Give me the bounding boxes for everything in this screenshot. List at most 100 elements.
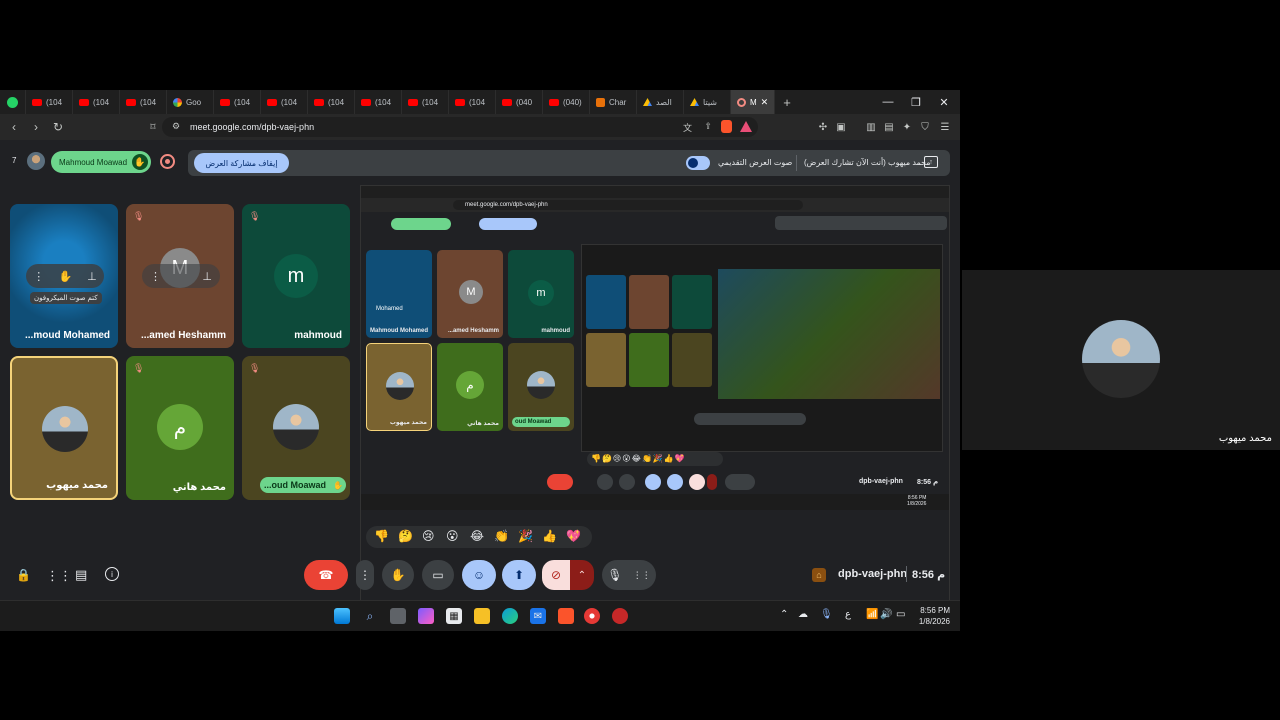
back-button[interactable]: ‹ bbox=[4, 117, 24, 137]
stop-sharing-button[interactable]: إيقاف مشاركة العرض bbox=[194, 153, 289, 173]
forward-button[interactable]: › bbox=[26, 117, 46, 137]
more-options-icon[interactable]: ⋮ bbox=[150, 270, 161, 283]
tooltip: كتم صوت الميكروفون bbox=[30, 292, 102, 304]
participant-tile[interactable]: 🎙 M ⋮ ⊥ ...amed Heshamm bbox=[126, 204, 234, 348]
store-icon[interactable]: ▦ bbox=[446, 608, 462, 624]
host-controls-icon[interactable]: 🔒 bbox=[16, 568, 31, 582]
participant-tile[interactable]: 🎙 م محمد هاني bbox=[126, 356, 234, 500]
bookmark-icon[interactable]: ⌑ bbox=[146, 120, 160, 134]
close-window-button[interactable]: ✕ bbox=[930, 90, 958, 114]
pin-icon[interactable]: ⊥ bbox=[202, 270, 212, 283]
leave-call-button[interactable]: ☎ bbox=[304, 560, 348, 590]
screenshot-icon[interactable]: ▣ bbox=[834, 120, 848, 134]
participant-tile-active-speaker[interactable]: محمد ميهوب bbox=[10, 356, 118, 500]
raise-hand-button[interactable]: ✋ bbox=[382, 560, 414, 590]
reactions-button[interactable]: ☺ bbox=[462, 560, 496, 590]
brave-rewards-icon[interactable] bbox=[740, 121, 752, 132]
tab-youtube-12[interactable]: (040) bbox=[543, 90, 590, 114]
close-tab-icon[interactable]: ✕ bbox=[761, 97, 769, 108]
reaction-thumbs-down[interactable]: 👎 bbox=[374, 529, 389, 543]
recording-indicator-icon[interactable] bbox=[160, 154, 175, 169]
microphone-button[interactable]: 🎙 ⋮⋮ bbox=[602, 560, 656, 590]
tab-meet-active[interactable]: M ✕ bbox=[731, 90, 775, 114]
app-icon-2[interactable] bbox=[612, 608, 628, 624]
battery-icon[interactable]: ▭ bbox=[896, 609, 905, 620]
brave-icon[interactable] bbox=[558, 608, 574, 624]
sidebar-icon[interactable]: ▥ bbox=[864, 120, 878, 134]
tab-whatsapp[interactable] bbox=[0, 90, 26, 114]
tab-youtube-7[interactable]: (104 bbox=[308, 90, 355, 114]
reaction-clap[interactable]: 👏 bbox=[494, 529, 509, 543]
new-tab-button[interactable]: + bbox=[775, 95, 799, 110]
nested-tile-name: محمد ميهوب bbox=[389, 420, 427, 426]
search-icon[interactable]: ⌕ bbox=[362, 608, 378, 624]
input-language[interactable]: ع bbox=[845, 609, 851, 620]
vpn-icon[interactable]: ⛉ bbox=[918, 120, 932, 134]
maximize-button[interactable]: ❐ bbox=[902, 90, 930, 114]
tray-chevron-icon[interactable]: ⌃ bbox=[780, 609, 788, 620]
copilot-icon[interactable] bbox=[418, 608, 434, 624]
tab-youtube-10[interactable]: (104 bbox=[449, 90, 496, 114]
edge-icon[interactable] bbox=[502, 608, 518, 624]
windows-start-icon[interactable] bbox=[334, 608, 350, 624]
app-icon[interactable] bbox=[584, 608, 600, 624]
mic-tray-icon[interactable]: 🎙 bbox=[820, 609, 833, 620]
participant-tile[interactable]: 🎙 ...oud Moawad ✋ bbox=[242, 356, 350, 500]
participant-tile[interactable]: ⋮ ✋ ⊥ كتم صوت الميكروفون ...moud Mohamed bbox=[10, 204, 118, 348]
tab-gemini[interactable]: Goo bbox=[167, 90, 214, 114]
chat-icon[interactable]: ▤ bbox=[75, 567, 87, 583]
leo-ai-icon[interactable]: ✦ bbox=[900, 120, 914, 134]
camera-off-button[interactable]: ⊘ bbox=[542, 560, 570, 590]
file-explorer-icon[interactable] bbox=[474, 608, 490, 624]
wallet-icon[interactable]: ▤ bbox=[882, 120, 896, 134]
volume-icon[interactable]: 🔊 bbox=[880, 609, 892, 620]
tab-youtube-9[interactable]: (104 bbox=[402, 90, 449, 114]
menu-icon[interactable]: ☰ bbox=[938, 120, 952, 134]
system-clock[interactable]: 8:56 PM 1/8/2026 bbox=[910, 605, 950, 627]
divider bbox=[906, 566, 907, 582]
cloud-icon[interactable]: ☁ bbox=[798, 609, 808, 620]
reaction-heart[interactable]: 💖 bbox=[566, 529, 581, 543]
more-options-icon[interactable]: ⋮ bbox=[33, 270, 44, 283]
info-icon[interactable]: i bbox=[105, 567, 119, 581]
camera-options-button[interactable]: ⌃ bbox=[570, 560, 594, 590]
pin-icon[interactable]: ⊥ bbox=[87, 270, 97, 283]
nested-reaction-bar: 👎🤔😢😮😂👏🎉👍💖 bbox=[587, 452, 723, 466]
reload-button[interactable]: ↻ bbox=[48, 117, 68, 137]
task-view-icon[interactable] bbox=[390, 608, 406, 624]
reaction-party[interactable]: 🎉 bbox=[518, 529, 533, 543]
reaction-thinking[interactable]: 🤔 bbox=[398, 529, 413, 543]
mute-icon[interactable]: ✋ bbox=[59, 270, 73, 283]
reaction-sad[interactable]: 😢 bbox=[422, 529, 435, 543]
captions-button[interactable]: ▭ bbox=[422, 560, 454, 590]
more-options-button[interactable]: ⋮ bbox=[356, 560, 374, 590]
raised-hand-chip[interactable]: Mahmoud Moawad ✋ bbox=[51, 151, 151, 173]
share-icon[interactable]: ⇪ bbox=[704, 121, 712, 132]
site-info-icon[interactable]: ⚙ bbox=[172, 121, 180, 132]
reaction-laugh[interactable]: 😂 bbox=[470, 529, 484, 543]
tab-drive-2[interactable]: شيتا bbox=[684, 90, 731, 114]
brave-shield-icon[interactable] bbox=[721, 120, 732, 133]
presentation-audio-toggle[interactable] bbox=[686, 156, 710, 170]
tab-youtube-5[interactable]: (104 bbox=[214, 90, 261, 114]
tab-youtube-8[interactable]: (104 bbox=[355, 90, 402, 114]
tab-youtube-11[interactable]: (040 bbox=[496, 90, 543, 114]
minimize-button[interactable]: — bbox=[874, 90, 902, 114]
tab-youtube-1[interactable]: (104 bbox=[26, 90, 73, 114]
present-button[interactable]: ⬆ bbox=[502, 560, 536, 590]
tab-youtube-3[interactable]: (104 bbox=[120, 90, 167, 114]
translate-icon[interactable]: 文 bbox=[683, 121, 692, 134]
address-bar[interactable]: ⚙ meet.google.com/dpb-vaej-phn 文 ⇪ bbox=[162, 117, 758, 137]
mail-icon[interactable]: ✉ bbox=[530, 608, 546, 624]
tab-drive-1[interactable]: الصد bbox=[637, 90, 684, 114]
wifi-icon[interactable]: 📶 bbox=[866, 609, 878, 620]
tab-youtube-2[interactable]: (104 bbox=[73, 90, 120, 114]
extensions-icon[interactable]: ✣ bbox=[816, 120, 830, 134]
activities-icon[interactable]: ⋮⋮ bbox=[46, 568, 72, 584]
reaction-thumbs-up[interactable]: 👍 bbox=[542, 529, 557, 543]
participants-avatar-stack[interactable] bbox=[27, 152, 45, 170]
participant-tile[interactable]: 🎙 m mahmoud bbox=[242, 204, 350, 348]
tab-youtube-6[interactable]: (104 bbox=[261, 90, 308, 114]
tab-chat[interactable]: Char bbox=[590, 90, 637, 114]
reaction-surprised[interactable]: 😮 bbox=[446, 529, 459, 543]
